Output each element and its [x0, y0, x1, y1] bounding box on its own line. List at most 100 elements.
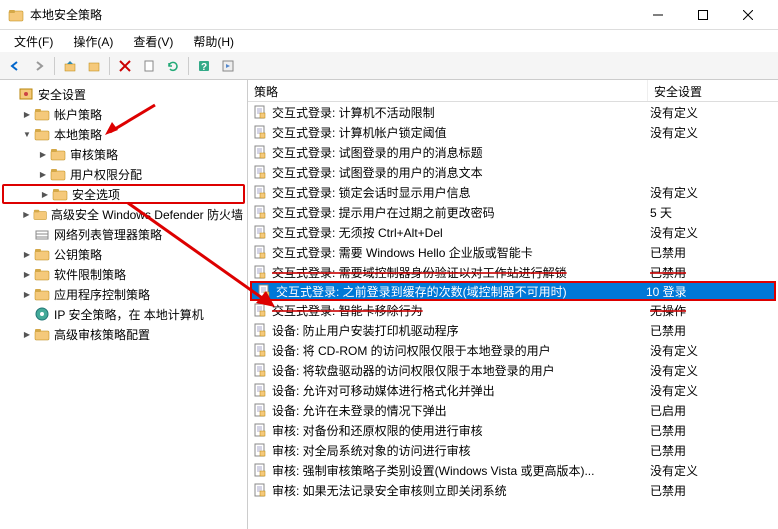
policy-icon	[252, 462, 268, 478]
policy-setting: 已禁用	[644, 264, 774, 281]
titlebar: 本地安全策略	[0, 0, 778, 30]
policy-row[interactable]: 交互式登录: 需要 Windows Hello 企业版或智能卡已禁用	[248, 242, 778, 262]
folder-icon	[34, 226, 50, 242]
menu-file[interactable]: 文件(F)	[6, 31, 61, 52]
tree-root[interactable]: 安全设置	[2, 84, 245, 104]
policy-row[interactable]: 交互式登录: 智能卡移除行为无操作	[248, 300, 778, 320]
policy-row[interactable]: 审核: 强制审核策略子类别设置(Windows Vista 或更高版本)...没…	[248, 460, 778, 480]
policy-label: 审核: 强制审核策略子类别设置(Windows Vista 或更高版本)...	[272, 462, 644, 479]
tree-item[interactable]: ▶审核策略	[2, 144, 245, 164]
policy-row[interactable]: 交互式登录: 锁定会话时显示用户信息没有定义	[248, 182, 778, 202]
policy-row[interactable]: 审核: 对备份和还原权限的使用进行审核已禁用	[248, 420, 778, 440]
tree-item-label: IP 安全策略，在 本地计算机	[52, 306, 206, 323]
tree-item[interactable]: ▶高级审核策略配置	[2, 324, 245, 344]
list-panel[interactable]: 策略 安全设置 交互式登录: 计算机不活动限制没有定义交互式登录: 计算机帐户锁…	[248, 80, 778, 529]
policy-icon	[252, 124, 268, 140]
chevron-icon[interactable]: ▼	[20, 130, 34, 139]
folder-icon	[34, 306, 50, 322]
tree-item[interactable]: IP 安全策略，在 本地计算机	[2, 304, 245, 324]
policy-icon	[252, 244, 268, 260]
tree-item-label: 高级安全 Windows Defender 防火墙	[49, 206, 245, 223]
tree-item-label: 应用程序控制策略	[52, 286, 152, 303]
help-button[interactable]: ?	[193, 55, 215, 77]
chevron-icon[interactable]: ▶	[20, 330, 34, 339]
tree-item[interactable]: ▶ 应用程序控制策略	[2, 284, 245, 304]
chevron-icon[interactable]: ▶	[20, 250, 34, 259]
menu-help[interactable]: 帮助(H)	[185, 31, 242, 52]
policy-icon	[252, 442, 268, 458]
minimize-button[interactable]	[635, 1, 680, 29]
policy-setting: 无操作	[644, 302, 774, 319]
refresh-button[interactable]	[162, 55, 184, 77]
policy-row[interactable]: 设备: 将 CD-ROM 的访问权限仅限于本地登录的用户没有定义	[248, 340, 778, 360]
chevron-icon[interactable]: ▶	[38, 190, 52, 199]
folder-icon	[34, 326, 50, 342]
policy-setting: 已禁用	[644, 422, 774, 439]
policy-row[interactable]: 交互式登录: 计算机帐户锁定阈值没有定义	[248, 122, 778, 142]
chevron-icon[interactable]: ▶	[20, 270, 34, 279]
tree-item[interactable]: ▶软件限制策略	[2, 264, 245, 284]
tree-root-label: 安全设置	[36, 86, 88, 103]
policy-setting: 没有定义	[644, 124, 774, 141]
tree-item[interactable]: ▶ 高级安全 Windows Defender 防火墙	[2, 204, 245, 224]
policy-icon	[252, 482, 268, 498]
delete-button[interactable]	[114, 55, 136, 77]
policy-row[interactable]: 设备: 防止用户安装打印机驱动程序已禁用	[248, 320, 778, 340]
policy-row[interactable]: 交互式登录: 试图登录的用户的消息标题	[248, 142, 778, 162]
menu-action[interactable]: 操作(A)	[65, 31, 121, 52]
policy-icon	[252, 264, 268, 280]
tree-item[interactable]: ▶帐户策略	[2, 104, 245, 124]
menubar: 文件(F) 操作(A) 查看(V) 帮助(H)	[0, 30, 778, 52]
policy-setting: 已禁用	[644, 244, 774, 261]
chevron-icon[interactable]: ▶	[36, 170, 50, 179]
policy-row[interactable]: 交互式登录: 试图登录的用户的消息文本	[248, 162, 778, 182]
policy-setting: 没有定义	[644, 382, 774, 399]
policy-row[interactable]: 审核: 对全局系统对象的访问进行审核已禁用	[248, 440, 778, 460]
folder-icon	[52, 186, 68, 202]
folder-icon	[33, 206, 47, 222]
up-button[interactable]	[59, 55, 81, 77]
forward-button[interactable]	[28, 55, 50, 77]
action-button[interactable]	[217, 55, 239, 77]
header-policy[interactable]: 策略	[248, 80, 648, 101]
policy-setting: 已禁用	[644, 322, 774, 339]
chevron-icon[interactable]: ▶	[36, 150, 50, 159]
maximize-button[interactable]	[680, 1, 725, 29]
policy-label: 交互式登录: 计算机帐户锁定阈值	[272, 124, 644, 141]
tree-item[interactable]: ▶ 安全选项	[2, 184, 245, 204]
policy-row[interactable]: 审核: 如果无法记录安全审核则立即关闭系统已禁用	[248, 480, 778, 500]
export-button[interactable]	[138, 55, 160, 77]
chevron-icon[interactable]: ▶	[20, 110, 34, 119]
security-icon	[18, 86, 34, 102]
policy-row[interactable]: 交互式登录: 提示用户在过期之前更改密码5 天	[248, 202, 778, 222]
folder-icon	[34, 106, 50, 122]
chevron-icon[interactable]: ▶	[20, 290, 34, 299]
properties-button[interactable]	[83, 55, 105, 77]
chevron-icon[interactable]: ▶	[20, 210, 33, 219]
close-button[interactable]	[725, 1, 770, 29]
policy-setting: 没有定义	[644, 362, 774, 379]
tree-item[interactable]: ▶用户权限分配	[2, 164, 245, 184]
back-button[interactable]	[4, 55, 26, 77]
policy-label: 审核: 如果无法记录安全审核则立即关闭系统	[272, 482, 644, 499]
tree-panel[interactable]: 安全设置 ▶帐户策略▼本地策略▶审核策略▶用户权限分配▶安全选项▶高级安全 Wi…	[0, 80, 248, 529]
tree-item[interactable]: ▼本地策略	[2, 124, 245, 144]
policy-row[interactable]: 交互式登录: 计算机不活动限制没有定义	[248, 102, 778, 122]
tree-item-label: 安全选项	[70, 186, 122, 203]
svg-text:?: ?	[201, 62, 207, 73]
header-setting[interactable]: 安全设置	[648, 80, 778, 101]
list-header: 策略 安全设置	[248, 80, 778, 102]
policy-label: 设备: 允许在未登录的情况下弹出	[272, 402, 644, 419]
policy-setting: 没有定义	[644, 224, 774, 241]
policy-row[interactable]: 交互式登录: 无须按 Ctrl+Alt+Del没有定义	[248, 222, 778, 242]
tree-item[interactable]: ▶公钥策略	[2, 244, 245, 264]
policy-row[interactable]: 设备: 允许对可移动媒体进行格式化并弹出没有定义	[248, 380, 778, 400]
policy-row[interactable]: 交互式登录: 需要域控制器身份验证以对工作站进行解锁已禁用	[248, 262, 778, 282]
policy-label: 设备: 将软盘驱动器的访问权限仅限于本地登录的用户	[272, 362, 644, 379]
menu-view[interactable]: 查看(V)	[125, 31, 181, 52]
policy-row[interactable]: 设备: 允许在未登录的情况下弹出已启用	[248, 400, 778, 420]
policy-row[interactable]: 设备: 将软盘驱动器的访问权限仅限于本地登录的用户没有定义	[248, 360, 778, 380]
policy-icon	[252, 342, 268, 358]
tree-item[interactable]: 网络列表管理器策略	[2, 224, 245, 244]
policy-row[interactable]: 交互式登录: 之前登录到缓存的次数(域控制器不可用时)10 登录	[250, 281, 776, 301]
